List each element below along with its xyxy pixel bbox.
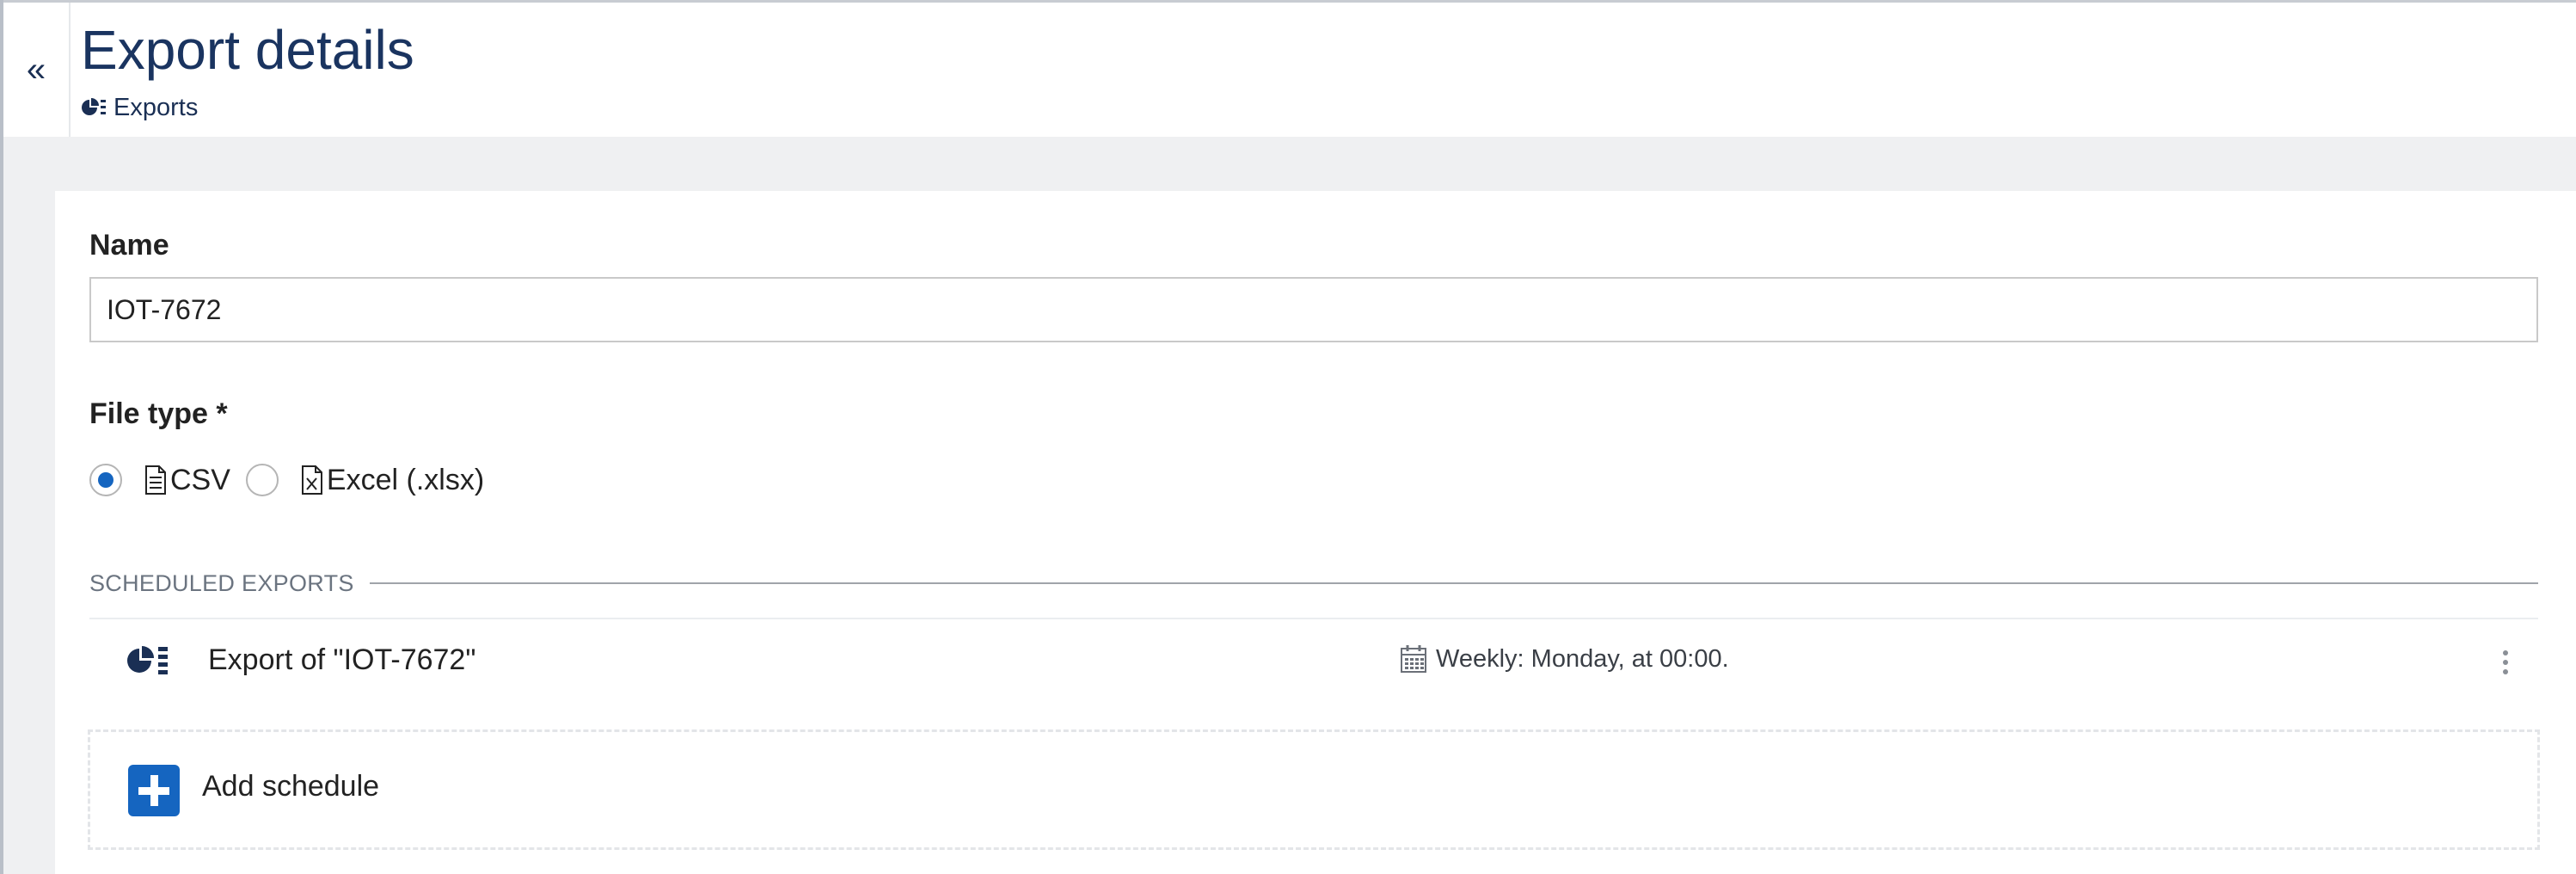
- breadcrumb-label: Exports: [113, 93, 199, 121]
- name-input[interactable]: [89, 277, 2538, 342]
- file-type-option-csv[interactable]: CSV: [89, 464, 230, 497]
- breadcrumb-exports[interactable]: Exports: [81, 92, 198, 123]
- kebab-dot: [2503, 660, 2508, 665]
- scheduled-exports-header: SCHEDULED EXPORTS: [89, 566, 2538, 600]
- kebab-dot: [2503, 669, 2508, 674]
- schedule-text: Weekly: Monday, at 00:00.: [1436, 644, 1729, 673]
- row-menu-button[interactable]: [2488, 642, 2523, 683]
- page-header: « Export details Exports: [3, 3, 2576, 137]
- calendar-icon: [1401, 645, 1426, 673]
- row-divider: [89, 618, 2538, 619]
- schedule-info: Weekly: Monday, at 00:00.: [1400, 640, 1729, 678]
- document-icon: [145, 465, 166, 495]
- section-title: SCHEDULED EXPORTS: [89, 569, 354, 596]
- scheduled-export-row[interactable]: Export of "IOT-7672" Weekly: Monday, at …: [89, 621, 2538, 707]
- file-type-radio-group: CSV Excel (.xlsx): [89, 458, 484, 502]
- export-form-card: Name File type * CSV Exc: [55, 191, 2576, 874]
- collapse-sidebar-button[interactable]: «: [3, 3, 71, 137]
- page-title: Export details: [81, 19, 414, 81]
- excel-radio[interactable]: [245, 464, 279, 496]
- csv-radio[interactable]: [89, 464, 122, 496]
- csv-option-label: CSV: [170, 463, 230, 496]
- pie-chart-list-icon: [127, 646, 168, 674]
- kebab-dot: [2503, 650, 2508, 656]
- plus-icon: [128, 765, 180, 816]
- file-type-option-excel[interactable]: Excel (.xlsx): [245, 463, 485, 497]
- section-divider: [369, 582, 2538, 584]
- name-label: Name: [89, 229, 169, 262]
- add-schedule-label: Add schedule: [202, 770, 380, 803]
- excel-file-icon: [301, 465, 322, 495]
- double-chevron-left-icon: «: [26, 51, 46, 89]
- exports-icon: [82, 98, 106, 115]
- add-schedule-button[interactable]: Add schedule: [88, 729, 2540, 850]
- excel-option-label: Excel (.xlsx): [326, 463, 485, 496]
- export-name[interactable]: Export of "IOT-7672": [208, 643, 475, 677]
- radio-selected-dot: [98, 472, 113, 488]
- file-type-label: File type *: [89, 397, 228, 430]
